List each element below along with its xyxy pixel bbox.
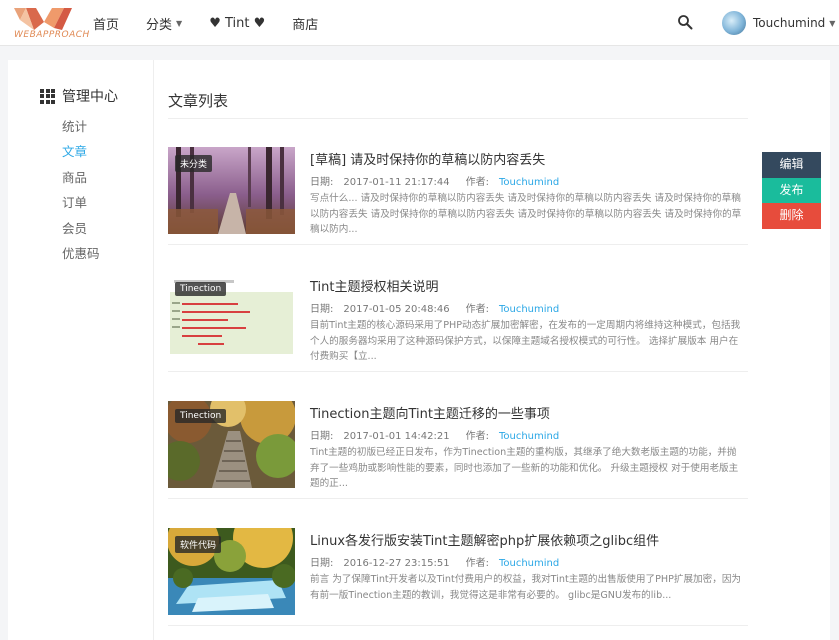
sidebar-item-articles[interactable]: 文章 [62,143,100,168]
nav-category[interactable]: 分类 ▼ [146,14,182,33]
delete-button[interactable]: 删除 [762,203,821,229]
category-badge[interactable]: 未分类 [175,155,213,172]
post-author[interactable]: Touchumind [499,431,559,442]
chevron-down-icon: ▼ [829,18,836,28]
top-navbar: WEBAPPROACH 首页 分类 ▼ ♥ Tint ♥ 商店 Touchumin… [0,0,839,46]
main-container: 管理中心 统计 文章 商品 订单 会员 优惠码 文章列表 未分类 [草稿] 请及… [8,60,830,640]
post-excerpt: Tint主题的初版已经正日发布，作为Tinection主题的重构版，其继承了绝大… [310,447,739,489]
nav-home[interactable]: 首页 [93,14,119,33]
post-thumbnail[interactable]: Tinection [168,401,295,488]
category-badge[interactable]: 软件代码 [175,536,222,553]
post-author[interactable]: Touchumind [499,558,559,569]
page-title: 文章列表 [168,92,229,110]
post-date: 2017-01-11 21:17:44 [343,177,450,188]
post-date: 2017-01-01 14:42:21 [343,431,450,442]
sidebar-item-members[interactable]: 会员 [62,220,100,245]
category-badge[interactable]: Tinection [175,409,227,423]
grid-icon [40,88,55,104]
sidebar-title: 管理中心 [40,86,118,106]
nav-shop-label: 商店 [292,17,319,33]
nav-home-label: 首页 [93,17,120,33]
list-item: Tinection Tint主题授权相关说明 日期: 2017-01-05 20:… [168,245,748,372]
user-menu[interactable]: Touchumind ▼ [722,10,835,36]
main-nav: 首页 分类 ▼ ♥ Tint ♥ 商店 [93,0,345,46]
sidebar-title-label: 管理中心 [62,89,118,105]
post-title[interactable]: Tinection主题向Tint主题迁移的一些事项 [310,403,550,422]
post-author[interactable]: Touchumind [499,177,559,188]
sidebar-item-products[interactable]: 商品 [62,169,100,194]
post-thumbnail[interactable]: Tinection [168,274,295,361]
date-label: 日期: [310,304,334,315]
chevron-down-icon: ▼ [176,18,183,28]
sidebar-menu: 统计 文章 商品 订单 会员 优惠码 [62,118,100,270]
author-label: 作者: [465,558,489,569]
date-label: 日期: [310,177,334,188]
nav-tint[interactable]: ♥ Tint ♥ [209,16,265,31]
post-excerpt: 目前Tint主题的核心源码采用了PHP动态扩展加密解密，在发布的一定周期内将维持… [310,320,741,362]
list-item: 未分类 [草稿] 请及时保持你的草稿以防内容丢失 日期: 2017-01-11 2… [168,118,748,245]
list-item: Tinection Tinection主题向Tint主题迁移的一些事项 日期: 2… [168,372,748,499]
post-actions: 编辑 发布 删除 [762,152,821,229]
post-author[interactable]: Touchumind [499,304,559,315]
sidebar-item-coupons[interactable]: 优惠码 [62,245,100,270]
author-label: 作者: [465,177,489,188]
avatar [722,11,746,35]
author-label: 作者: [465,304,489,315]
post-meta: 日期: 2017-01-11 21:17:44 作者: Touchumind [310,173,559,188]
post-title[interactable]: Tint主题授权相关说明 [310,276,439,295]
sidebar-item-stats[interactable]: 统计 [62,118,100,143]
user-name: Touchumind [753,16,826,30]
sidebar-item-orders[interactable]: 订单 [62,194,100,219]
logo-text: WEBAPPROACH [14,30,90,40]
nav-tint-label: ♥ Tint ♥ [209,15,266,31]
author-label: 作者: [465,431,489,442]
post-meta: 日期: 2017-01-01 14:42:21 作者: Touchumind [310,427,559,442]
nav-category-label: 分类 [146,17,173,33]
post-title[interactable]: [草稿] 请及时保持你的草稿以防内容丢失 [310,149,545,168]
edit-button[interactable]: 编辑 [762,152,821,178]
category-badge[interactable]: Tinection [175,282,227,296]
post-thumbnail[interactable]: 软件代码 [168,528,295,615]
post-date: 2017-01-05 20:48:46 [343,304,450,315]
post-meta: 日期: 2016-12-27 23:15:51 作者: Touchumind [310,554,559,569]
post-excerpt: 前言 为了保障Tint开发者以及Tint付费用户的权益，我对Tint主题的出售版… [310,574,742,601]
nav-shop[interactable]: 商店 [292,14,318,33]
date-label: 日期: [310,431,334,442]
search-icon[interactable] [677,14,693,30]
date-label: 日期: [310,558,334,569]
list-item: 软件代码 Linux各发行版安装Tint主题解密php扩展依赖项之glibc组件… [168,499,748,626]
post-title[interactable]: Linux各发行版安装Tint主题解密php扩展依赖项之glibc组件 [310,530,659,549]
publish-button[interactable]: 发布 [762,177,821,203]
post-thumbnail[interactable]: 未分类 [168,147,295,234]
sidebar: 管理中心 统计 文章 商品 订单 会员 优惠码 [8,60,154,640]
post-excerpt: 写点什么... 请及时保持你的草稿以防内容丢失 请及时保持你的草稿以防内容丢失 … [310,193,742,235]
post-meta: 日期: 2017-01-05 20:48:46 作者: Touchumind [310,300,559,315]
post-date: 2016-12-27 23:15:51 [343,558,450,569]
